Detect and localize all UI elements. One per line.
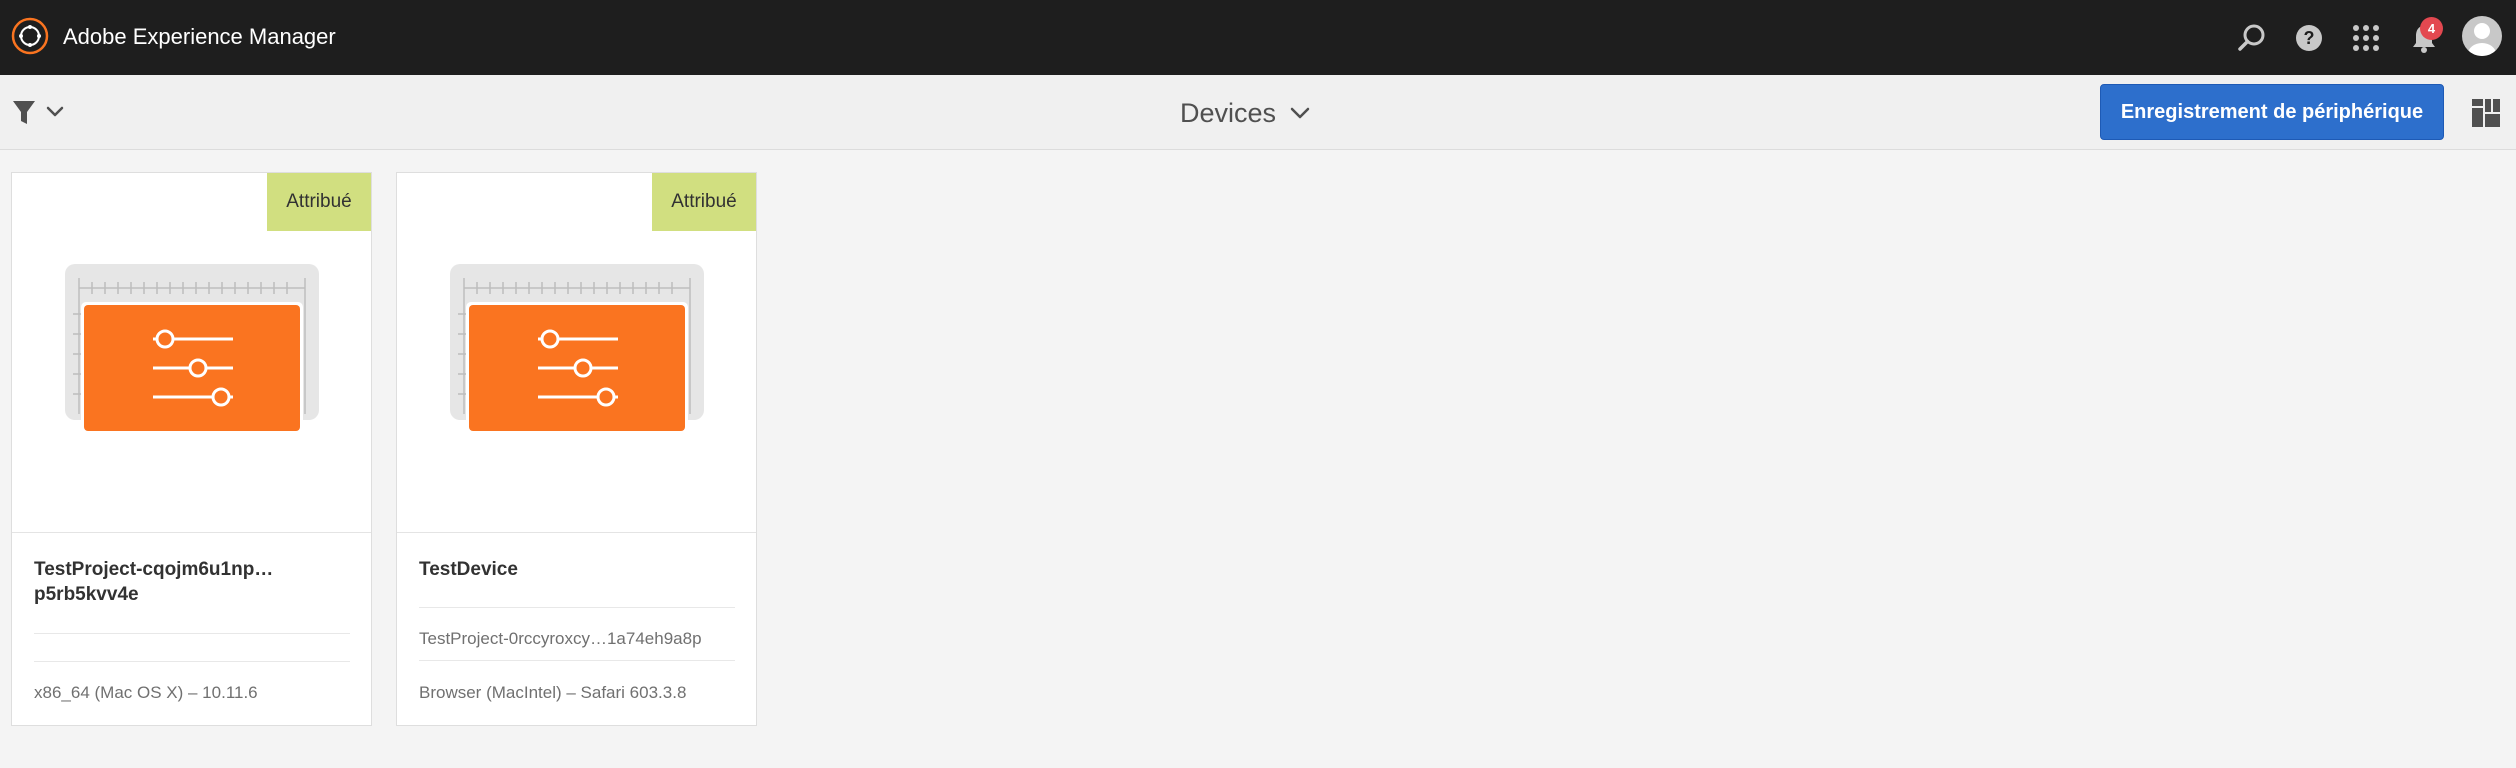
chevron-down-icon [1290,107,1310,119]
status-badge: Attribué [652,173,756,231]
filter-icon [13,101,35,124]
device-thumbnail: Attribué [397,173,756,533]
apps-grid-icon[interactable] [2348,20,2384,56]
device-illustration-icon [65,264,319,434]
register-device-button[interactable]: Enregistrement de périphérique [2100,84,2444,140]
page-title-switcher[interactable]: Devices [1180,97,1310,129]
card-title: TestDevice [419,559,518,580]
app-title[interactable]: Adobe Experience Manager [63,24,336,50]
divider [419,607,735,608]
card-platform: x86_64 (Mac OS X) – 10.11.6 [34,683,258,702]
adobe-logo-icon[interactable] [11,17,49,55]
divider [419,660,735,661]
avatar-icon[interactable] [2462,16,2502,56]
card-platform: Browser (MacIntel) – Safari 603.3.8 [419,683,687,702]
device-thumbnail: Attribué [12,173,371,533]
device-card[interactable]: Attribué TestDevice TestProject-0rccyrox… [396,172,757,726]
filter-toggle[interactable] [12,97,70,129]
device-illustration-icon [450,264,704,434]
device-card[interactable]: Attribué TestProject-cqojm6u1np… p5rb5kv… [11,172,372,726]
action-bar: Devices Enregistrement de périphérique [0,75,2516,150]
search-icon[interactable] [2234,20,2270,56]
card-title: TestProject-cqojm6u1np… p5rb5kvv4e [34,559,274,605]
shell-header: Adobe Experience Manager ? 4 [0,0,2516,75]
svg-text:?: ? [2304,28,2315,48]
chevron-down-icon [46,106,64,117]
notification-badge: 4 [2420,17,2443,40]
divider [34,661,350,662]
divider [34,633,350,634]
status-badge: Attribué [267,173,371,231]
card-project: TestProject-0rccyroxcy…1a74eh9a8p [419,629,702,648]
card-view-icon[interactable] [2472,99,2500,127]
help-icon[interactable]: ? [2291,20,2327,56]
page-title: Devices [1180,97,1277,128]
